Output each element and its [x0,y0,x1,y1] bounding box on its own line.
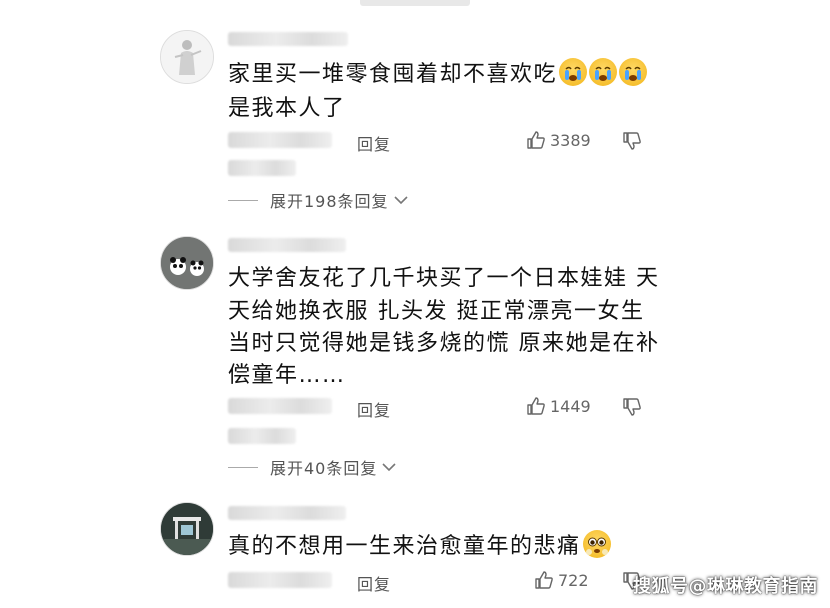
comment-text-line: 当时只觉得她是钱多烧的慌 原来她是在补 [228,331,660,356]
dislike-button[interactable] [622,131,642,155]
like-button[interactable]: 3389 [526,130,591,150]
timestamp-blurred [228,572,332,588]
expand-replies-label: 展开40条回复 [270,459,378,478]
chevron-down-icon [393,196,408,205]
panda-avatar-icon [161,237,213,289]
comment-text-line: 偿童年…… [228,363,346,388]
comment-text-line: 是我本人了 [228,96,346,121]
chevron-down-icon [382,463,396,472]
thumbs-up-icon [527,131,545,149]
reply-button[interactable]: 回复 [357,131,391,155]
divider-line [228,466,258,468]
crying-face-icon [619,58,648,86]
thumbs-down-icon [623,398,641,416]
username-blurred [228,32,348,46]
user-avatar[interactable] [160,502,214,556]
thumbs-up-icon [535,571,553,589]
expand-replies-button[interactable]: 展开40条回复 [228,455,397,479]
pleading-face-icon [582,530,611,558]
like-count: 1449 [550,396,591,416]
like-button[interactable]: 722 [534,570,589,590]
user-avatar[interactable] [160,30,214,84]
location-blurred [228,428,296,444]
reply-button[interactable]: 回复 [357,397,391,421]
username-blurred [228,506,346,520]
expand-replies-label: 展开198条回复 [270,192,389,211]
like-count: 3389 [550,130,591,150]
crying-face-icon [559,58,588,86]
crying-face-icon [589,58,618,86]
comment-text-line: 真的不想用一生来治愈童年的悲痛 [228,530,611,563]
like-button[interactable]: 1449 [526,396,591,416]
divider-line [228,199,258,201]
location-blurred [228,160,296,176]
comment-text-line: 家里买一堆零食囤着却不喜欢吃 [228,58,648,91]
timestamp-blurred [228,398,332,414]
dislike-button[interactable] [622,397,642,421]
comment-text-line: 天给她换衣服 扎头发 挺正常漂亮一女生 [228,299,645,324]
thumbs-down-icon [623,132,641,150]
building-avatar-icon [161,503,213,555]
scroll-edge [360,0,470,6]
avatar-figure-icon [161,31,213,83]
thumbs-up-icon [527,397,545,415]
timestamp-blurred [228,132,332,148]
watermark-text: 搜狐号@琳琳教育指南 [633,576,818,597]
comment-text-line: 大学舍友花了几千块买了一个日本娃娃 天 [228,266,660,291]
user-avatar[interactable] [160,236,214,290]
like-count: 722 [558,570,589,590]
username-blurred [228,238,346,252]
reply-button[interactable]: 回复 [357,571,391,595]
expand-replies-button[interactable]: 展开198条回复 [228,188,409,212]
